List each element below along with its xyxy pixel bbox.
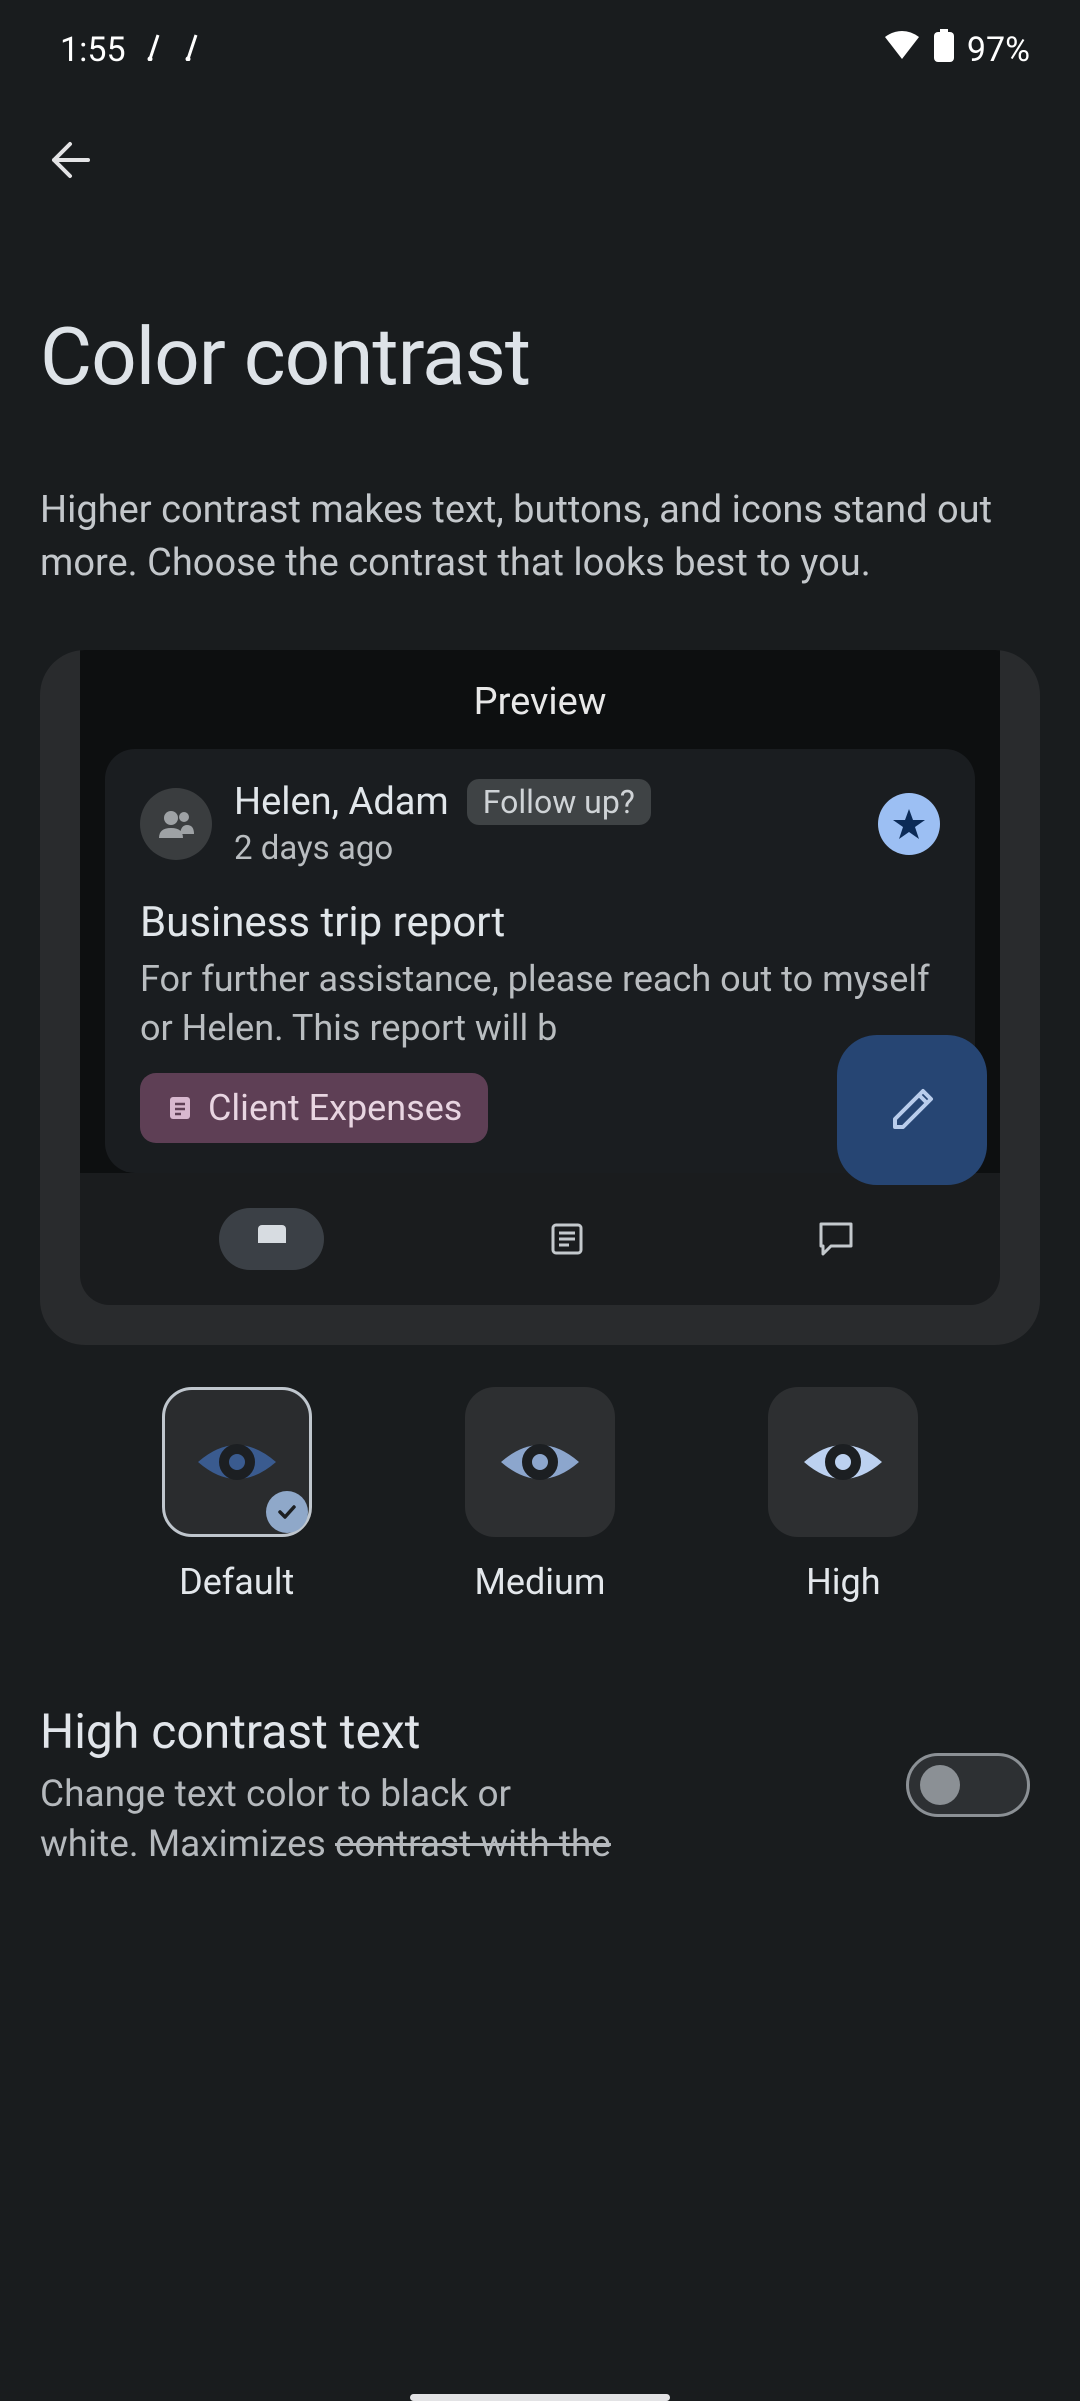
message-header-text: Helen, Adam Follow up? 2 days ago (234, 779, 856, 868)
message-subject: Business trip report (140, 898, 940, 947)
nav-chat[interactable] (811, 1214, 861, 1264)
page-title: Color contrast (0, 190, 1080, 404)
pencil-icon (883, 1081, 941, 1139)
article-icon (547, 1219, 587, 1259)
message-time: 2 days ago (234, 829, 856, 868)
document-icon (166, 1094, 194, 1122)
message-body: For further assistance, please reach out… (140, 955, 940, 1052)
status-right: 97% (883, 29, 1030, 72)
preview-label: Preview (80, 650, 1000, 749)
people-icon (156, 804, 196, 844)
high-contrast-text-toggle[interactable] (906, 1753, 1030, 1817)
setting-description: Change text color to black or white. Max… (40, 1770, 720, 1870)
battery-percent: 97% (967, 30, 1030, 70)
contrast-options: Default Medium High (0, 1345, 1080, 1603)
attachment-chip[interactable]: Client Expenses (140, 1073, 488, 1143)
star-icon (892, 807, 926, 841)
status-time: 1:55 (60, 30, 126, 70)
eye-icon (497, 1434, 583, 1490)
battery-icon (933, 29, 955, 72)
message-header: Helen, Adam Follow up? 2 days ago (140, 779, 940, 868)
inbox-icon (254, 1221, 290, 1257)
preview-panel: Preview Helen, Adam Follow up? 2 days ag… (80, 650, 1000, 1172)
contrast-option-default[interactable]: Default (100, 1387, 373, 1603)
star-button[interactable] (878, 793, 940, 855)
back-button[interactable] (40, 130, 100, 190)
header (0, 80, 1080, 190)
status-left: 1:55 (60, 30, 202, 70)
wifi-icon (883, 30, 921, 70)
followup-badge: Follow up? (467, 779, 651, 825)
preview-container: Preview Helen, Adam Follow up? 2 days ag… (40, 650, 1040, 1344)
status-indicator-icon (182, 30, 202, 70)
chat-icon (815, 1218, 857, 1260)
setting-text: High contrast text Change text color to … (40, 1703, 866, 1870)
compose-fab[interactable] (837, 1035, 987, 1185)
toggle-knob (920, 1765, 960, 1805)
message-names: Helen, Adam (234, 780, 449, 824)
preview-nav-bar (80, 1173, 1000, 1305)
nav-articles[interactable] (542, 1214, 592, 1264)
avatar (140, 788, 212, 860)
eye-icon (800, 1434, 886, 1490)
eye-icon (194, 1434, 280, 1490)
contrast-option-high[interactable]: High (707, 1387, 980, 1603)
nav-inbox[interactable] (219, 1208, 324, 1270)
high-contrast-text-row[interactable]: High contrast text Change text color to … (0, 1603, 1080, 1870)
status-bar: 1:55 97% (0, 0, 1080, 80)
contrast-option-medium[interactable]: Medium (403, 1387, 676, 1603)
check-badge-icon (266, 1491, 308, 1533)
chip-label: Client Expenses (208, 1087, 462, 1129)
chip-row: Client Expenses (140, 1073, 940, 1143)
setting-title: High contrast text (40, 1703, 866, 1760)
option-tile[interactable] (768, 1387, 918, 1537)
message-card: Helen, Adam Follow up? 2 days ago Busine… (105, 749, 975, 1172)
option-label: Medium (403, 1561, 676, 1603)
page-description: Higher contrast makes text, buttons, and… (0, 404, 1080, 590)
option-tile[interactable] (465, 1387, 615, 1537)
option-label: Default (100, 1561, 373, 1603)
option-label: High (707, 1561, 980, 1603)
arrow-left-icon (46, 136, 94, 184)
option-tile[interactable] (162, 1387, 312, 1537)
status-indicator-icon (144, 30, 164, 70)
